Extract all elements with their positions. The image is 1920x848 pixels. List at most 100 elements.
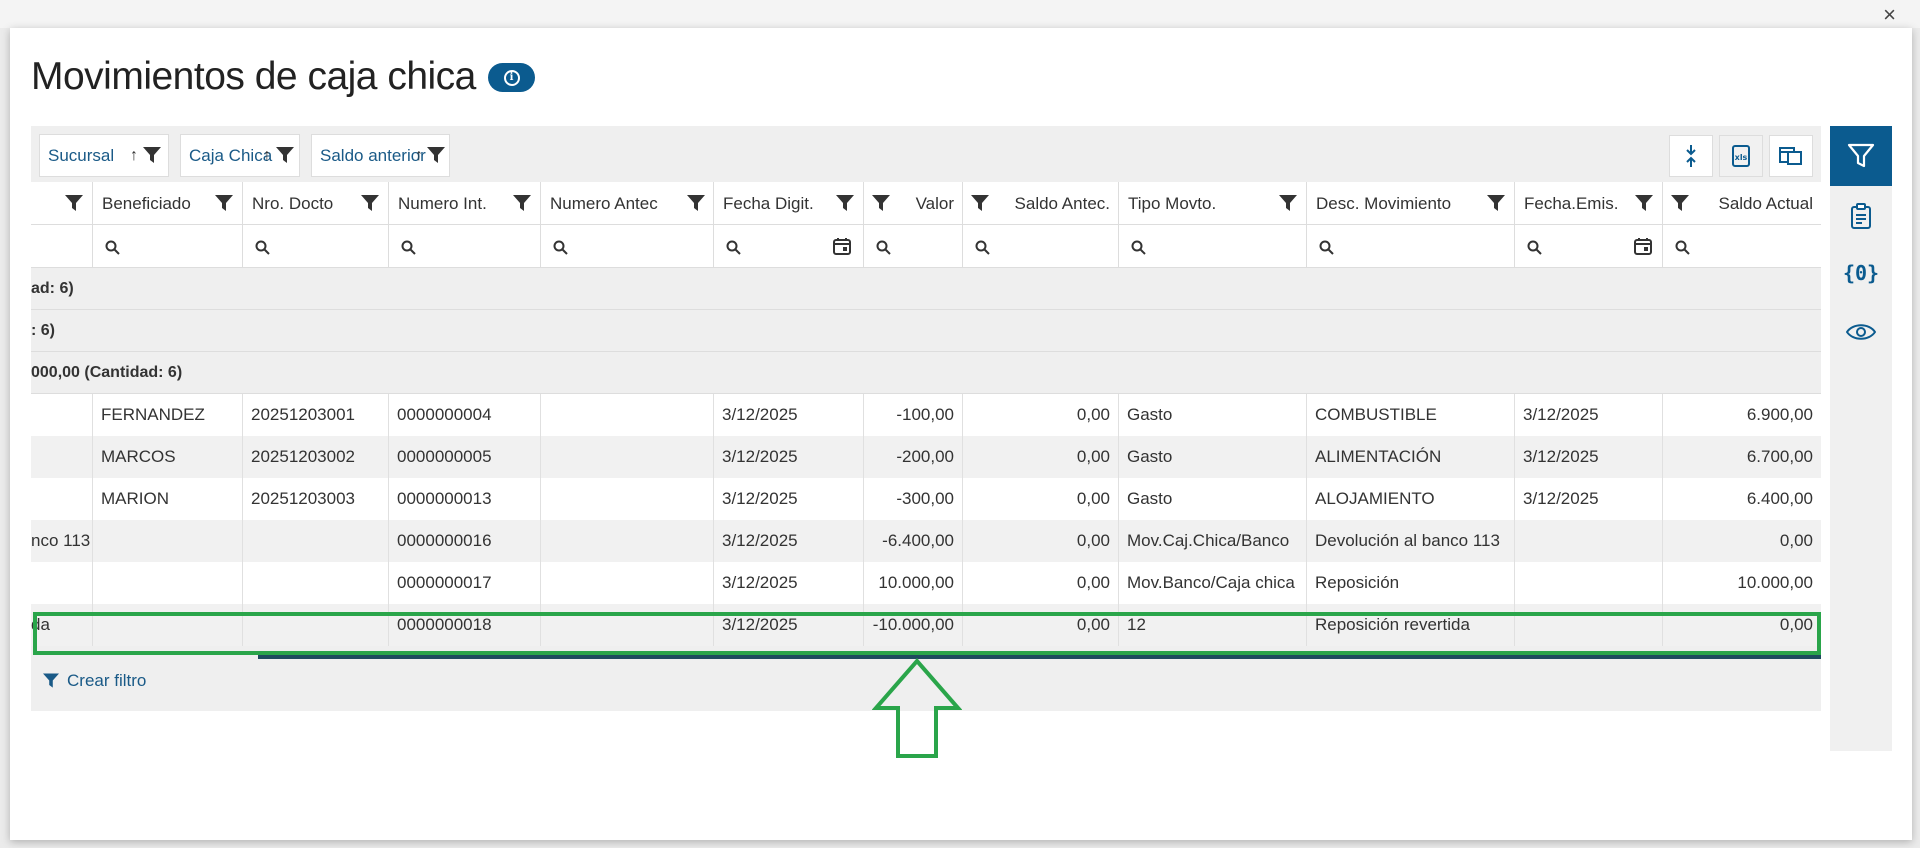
view-button[interactable] — [1830, 312, 1892, 352]
group-chip-caja-chica[interactable]: Caja Chica ↑ — [180, 134, 300, 177]
variables-icon: {0} — [1842, 261, 1880, 285]
filter-icon[interactable] — [276, 147, 294, 164]
column-header-valor[interactable]: Valor — [864, 182, 963, 225]
filter-icon[interactable] — [427, 147, 445, 164]
sort-icon[interactable]: ↑ — [263, 147, 271, 165]
column-filter-icon[interactable] — [687, 195, 705, 212]
group-row[interactable]: : 6) — [31, 310, 1821, 352]
table-cell: 3/12/2025 — [1515, 394, 1663, 436]
table-cell: 6.900,00 — [1746, 405, 1813, 424]
clipboard-button[interactable] — [1830, 196, 1892, 236]
column-filter-icon[interactable] — [872, 195, 890, 212]
table-cell — [541, 562, 714, 604]
column-filter-icon[interactable] — [1487, 195, 1505, 212]
collapse-icon — [1686, 145, 1696, 167]
table-row[interactable]: nco 113 0000000016 3/12/2025 -6.400,00 0,00 M… — [31, 520, 1821, 562]
table-cell — [31, 436, 93, 478]
search-icon — [726, 240, 741, 255]
filter-cell-saldo-actual[interactable] — [1663, 225, 1821, 268]
filter-cell-saldo-antec[interactable] — [963, 225, 1119, 268]
table-cell: 0,00 — [963, 562, 1119, 604]
group-chip-saldo-anterior[interactable]: Saldo anterior ↑ — [311, 134, 450, 177]
table-cell: 3/12/2025 — [714, 562, 864, 604]
table-cell: Gasto — [1119, 478, 1307, 520]
group-chip-sucursal[interactable]: Sucursal ↑ — [39, 134, 169, 177]
column-filter-icon[interactable] — [1671, 195, 1689, 212]
column-filter-icon[interactable] — [361, 195, 379, 212]
filter-cell-tipo-movto[interactable] — [1119, 225, 1307, 268]
group-chip-label: Saldo anterior — [320, 145, 426, 165]
filter-cell-desc-movimiento[interactable] — [1307, 225, 1515, 268]
filter-cell[interactable] — [31, 225, 93, 268]
column-header-label: Numero Int. — [398, 193, 487, 213]
column-header-beneficiado[interactable]: Beneficiado — [93, 182, 243, 225]
info-button[interactable]: i — [488, 63, 535, 92]
filter-icon[interactable] — [143, 147, 161, 164]
group-row[interactable]: ad: 6) — [31, 268, 1821, 310]
column-header-saldo-antec[interactable]: Saldo Antec. — [963, 182, 1119, 225]
table-cell — [93, 562, 243, 604]
table-cell — [243, 562, 389, 604]
filter-cell-beneficiado[interactable] — [93, 225, 243, 268]
filter-cell-valor[interactable] — [864, 225, 963, 268]
table-cell: 0000000005 — [389, 436, 541, 478]
table-cell: Gasto — [1119, 436, 1307, 478]
variables-button[interactable]: {0} — [1830, 253, 1892, 293]
column-header-nro-docto[interactable]: Nro. Docto — [243, 182, 389, 225]
group-row[interactable]: 000,00 (Cantidad: 6) — [31, 352, 1821, 394]
column-header-label: Saldo Actual — [1718, 193, 1813, 213]
arrow-up-icon — [872, 658, 962, 758]
close-icon[interactable]: × — [1883, 4, 1896, 26]
column-header-label: Numero Antec — [550, 193, 658, 213]
column-header-tipo-movto[interactable]: Tipo Movto. — [1119, 182, 1307, 225]
filter-cell-fecha-digit[interactable] — [714, 225, 864, 268]
filter-cell-numero-int[interactable] — [389, 225, 541, 268]
column-header-desc-movimiento[interactable]: Desc. Movimiento — [1307, 182, 1515, 225]
column-filter-icon[interactable] — [1279, 195, 1297, 212]
table-cell: 0,00 — [963, 394, 1119, 436]
column-filter-icon[interactable] — [971, 195, 989, 212]
calendar-icon[interactable] — [833, 237, 851, 255]
page-title: Movimientos de caja chica — [31, 55, 476, 98]
column-header-row: Beneficiado Nro. Docto Numero Int. Numer… — [31, 182, 1821, 225]
highlight-box — [33, 612, 1821, 655]
table-cell: 3/12/2025 — [1515, 436, 1663, 478]
column-header-label: Fecha Digit. — [723, 193, 814, 213]
column-header-numero-int[interactable]: Numero Int. — [389, 182, 541, 225]
table-row[interactable]: MARCOS 20251203002 0000000005 3/12/2025 -200… — [31, 436, 1821, 478]
column-filter-icon[interactable] — [513, 195, 531, 212]
sort-icon[interactable]: ↑ — [415, 147, 423, 165]
search-icon — [401, 240, 416, 255]
filter-icon — [43, 673, 59, 688]
side-toolbar: {0} — [1830, 126, 1892, 751]
column-header-label: Saldo Antec. — [1014, 193, 1110, 213]
table-cell: 0000000013 — [389, 478, 541, 520]
collapse-groups-button[interactable] — [1669, 135, 1713, 177]
filter-cell-nro-docto[interactable] — [243, 225, 389, 268]
export-excel-button[interactable]: xls — [1719, 135, 1763, 177]
filter-panel-button[interactable] — [1830, 126, 1892, 186]
column-filter-icon[interactable] — [836, 195, 854, 212]
column-filter-icon[interactable] — [215, 195, 233, 212]
table-cell: 20251203001 — [243, 394, 389, 436]
column-header-fecha-emis[interactable]: Fecha.Emis. — [1515, 182, 1663, 225]
calendar-icon[interactable] — [1634, 237, 1652, 255]
sort-icon[interactable]: ↑ — [130, 147, 138, 165]
table-row[interactable]: 0000000017 3/12/2025 10.000,00 0,00 Mov.Banc… — [31, 562, 1821, 604]
column-chooser-button[interactable] — [1769, 135, 1813, 177]
table-cell: -6.400,00 — [864, 520, 963, 562]
column-header-partial[interactable] — [31, 182, 93, 225]
column-filter-icon[interactable] — [1635, 195, 1653, 212]
create-filter-link[interactable]: Crear filtro — [43, 671, 146, 691]
column-filter-icon[interactable] — [65, 195, 83, 212]
table-row[interactable]: MARION 20251203003 0000000013 3/12/2025 -300… — [31, 478, 1821, 520]
table-row[interactable]: FERNANDEZ 20251203001 0000000004 3/12/2025-… — [31, 394, 1821, 436]
group-panel: Sucursal ↑ Caja Chica ↑ Saldo anterior ↑… — [31, 126, 1821, 182]
column-header-saldo-actual[interactable]: Saldo Actual — [1663, 182, 1821, 225]
filter-cell-fecha-emis[interactable] — [1515, 225, 1663, 268]
filter-cell-numero-antec[interactable] — [541, 225, 714, 268]
table-cell: MARCOS — [93, 436, 243, 478]
column-header-numero-antec[interactable]: Numero Antec — [541, 182, 714, 225]
column-header-fecha-digit[interactable]: Fecha Digit. — [714, 182, 864, 225]
table-cell — [1515, 520, 1663, 562]
